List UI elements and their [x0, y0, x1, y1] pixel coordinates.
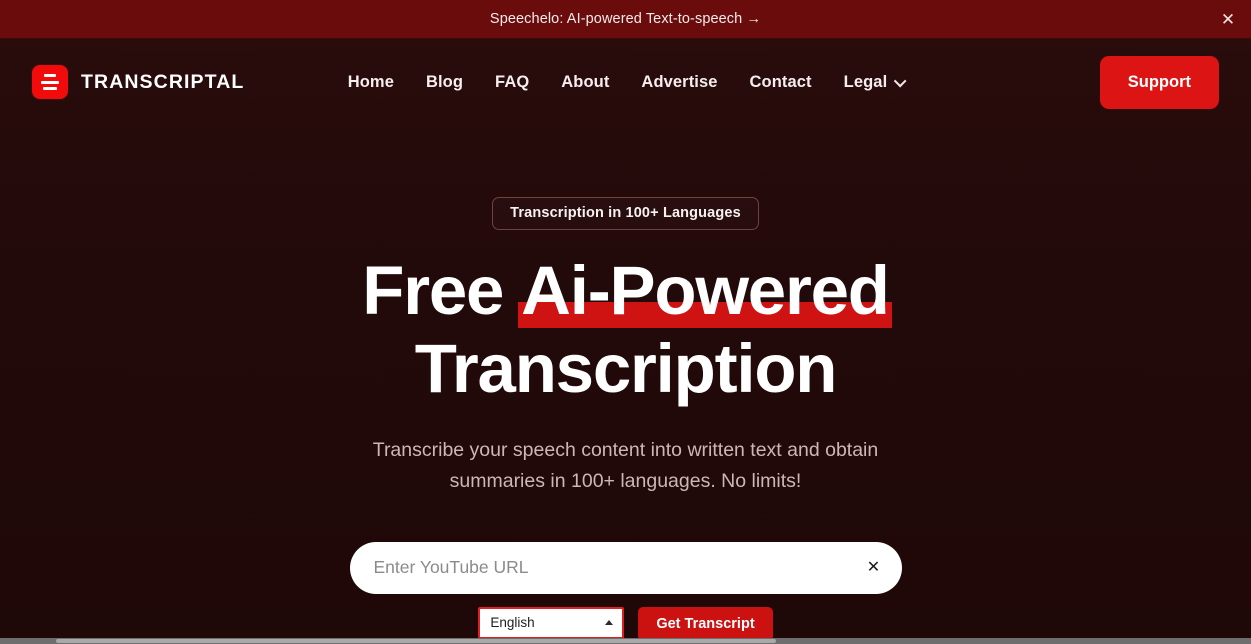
page-root: Speechelo: AI-powered Text-to-speech → ✕… — [0, 0, 1251, 644]
nav-item-blog-label: Blog — [425, 72, 464, 91]
main-nav: Home Blog FAQ About Advertise Contact Le… — [348, 72, 907, 92]
hero-title-plain: Free — [362, 252, 522, 329]
nav-item-home-label: Home — [347, 72, 394, 91]
hero-subtitle: Transcribe your speech content into writ… — [372, 438, 879, 493]
nav-item-contact[interactable]: Contact — [750, 73, 812, 92]
search-input[interactable] — [349, 541, 902, 594]
transcriptal-logo-icon — [32, 65, 68, 99]
nav-item-faq[interactable]: FAQ — [495, 73, 529, 92]
language-select[interactable]: English — [478, 606, 625, 639]
hero-section: Transcription in 100+ Languages Free Ai-… — [0, 125, 1251, 641]
hero-badge: Transcription in 100+ Languages — [492, 197, 759, 230]
hero-title-highlight: Ai-Powered — [518, 252, 892, 329]
brand-logo[interactable]: TRANSCRIPTAL — [32, 65, 244, 99]
close-icon[interactable]: ✕ — [864, 558, 884, 578]
action-row: English Get Transcript — [350, 606, 902, 641]
nav-item-home[interactable]: Home — [348, 73, 394, 92]
nav-item-advertise-label: Advertise — [641, 72, 718, 91]
nav-item-legal-label: Legal — [843, 72, 888, 91]
nav-item-about[interactable]: About — [561, 73, 609, 92]
nav-item-blog[interactable]: Blog — [426, 73, 463, 92]
nav-item-faq-label: FAQ — [495, 72, 530, 91]
hero-title-line2: Transcription — [414, 329, 838, 407]
nav-item-contact-label: Contact — [749, 72, 812, 91]
get-transcript-button[interactable]: Get Transcript — [638, 606, 773, 641]
nav-item-about-label: About — [561, 72, 610, 91]
nav-item-advertise[interactable]: Advertise — [641, 73, 717, 92]
page-title: Free Ai-Powered Transcription — [0, 252, 1251, 408]
support-button[interactable]: Support — [1099, 55, 1219, 109]
brand-name: TRANSCRIPTAL — [81, 70, 245, 93]
chevron-down-icon — [893, 74, 907, 87]
promo-banner: Speechelo: AI-powered Text-to-speech → ✕ — [0, 0, 1251, 39]
site-header: TRANSCRIPTAL Home Blog FAQ About Adverti… — [0, 39, 1251, 125]
promo-banner-link[interactable]: Speechelo: AI-powered Text-to-speech → — [490, 11, 761, 27]
url-search-wrap: ✕ — [349, 541, 902, 594]
browser-scrollbar[interactable] — [0, 638, 1251, 644]
close-icon[interactable]: ✕ — [1215, 6, 1241, 32]
nav-item-legal[interactable]: Legal — [843, 72, 907, 92]
scrollbar-thumb[interactable] — [56, 639, 776, 643]
language-select-wrap: English — [478, 606, 625, 639]
